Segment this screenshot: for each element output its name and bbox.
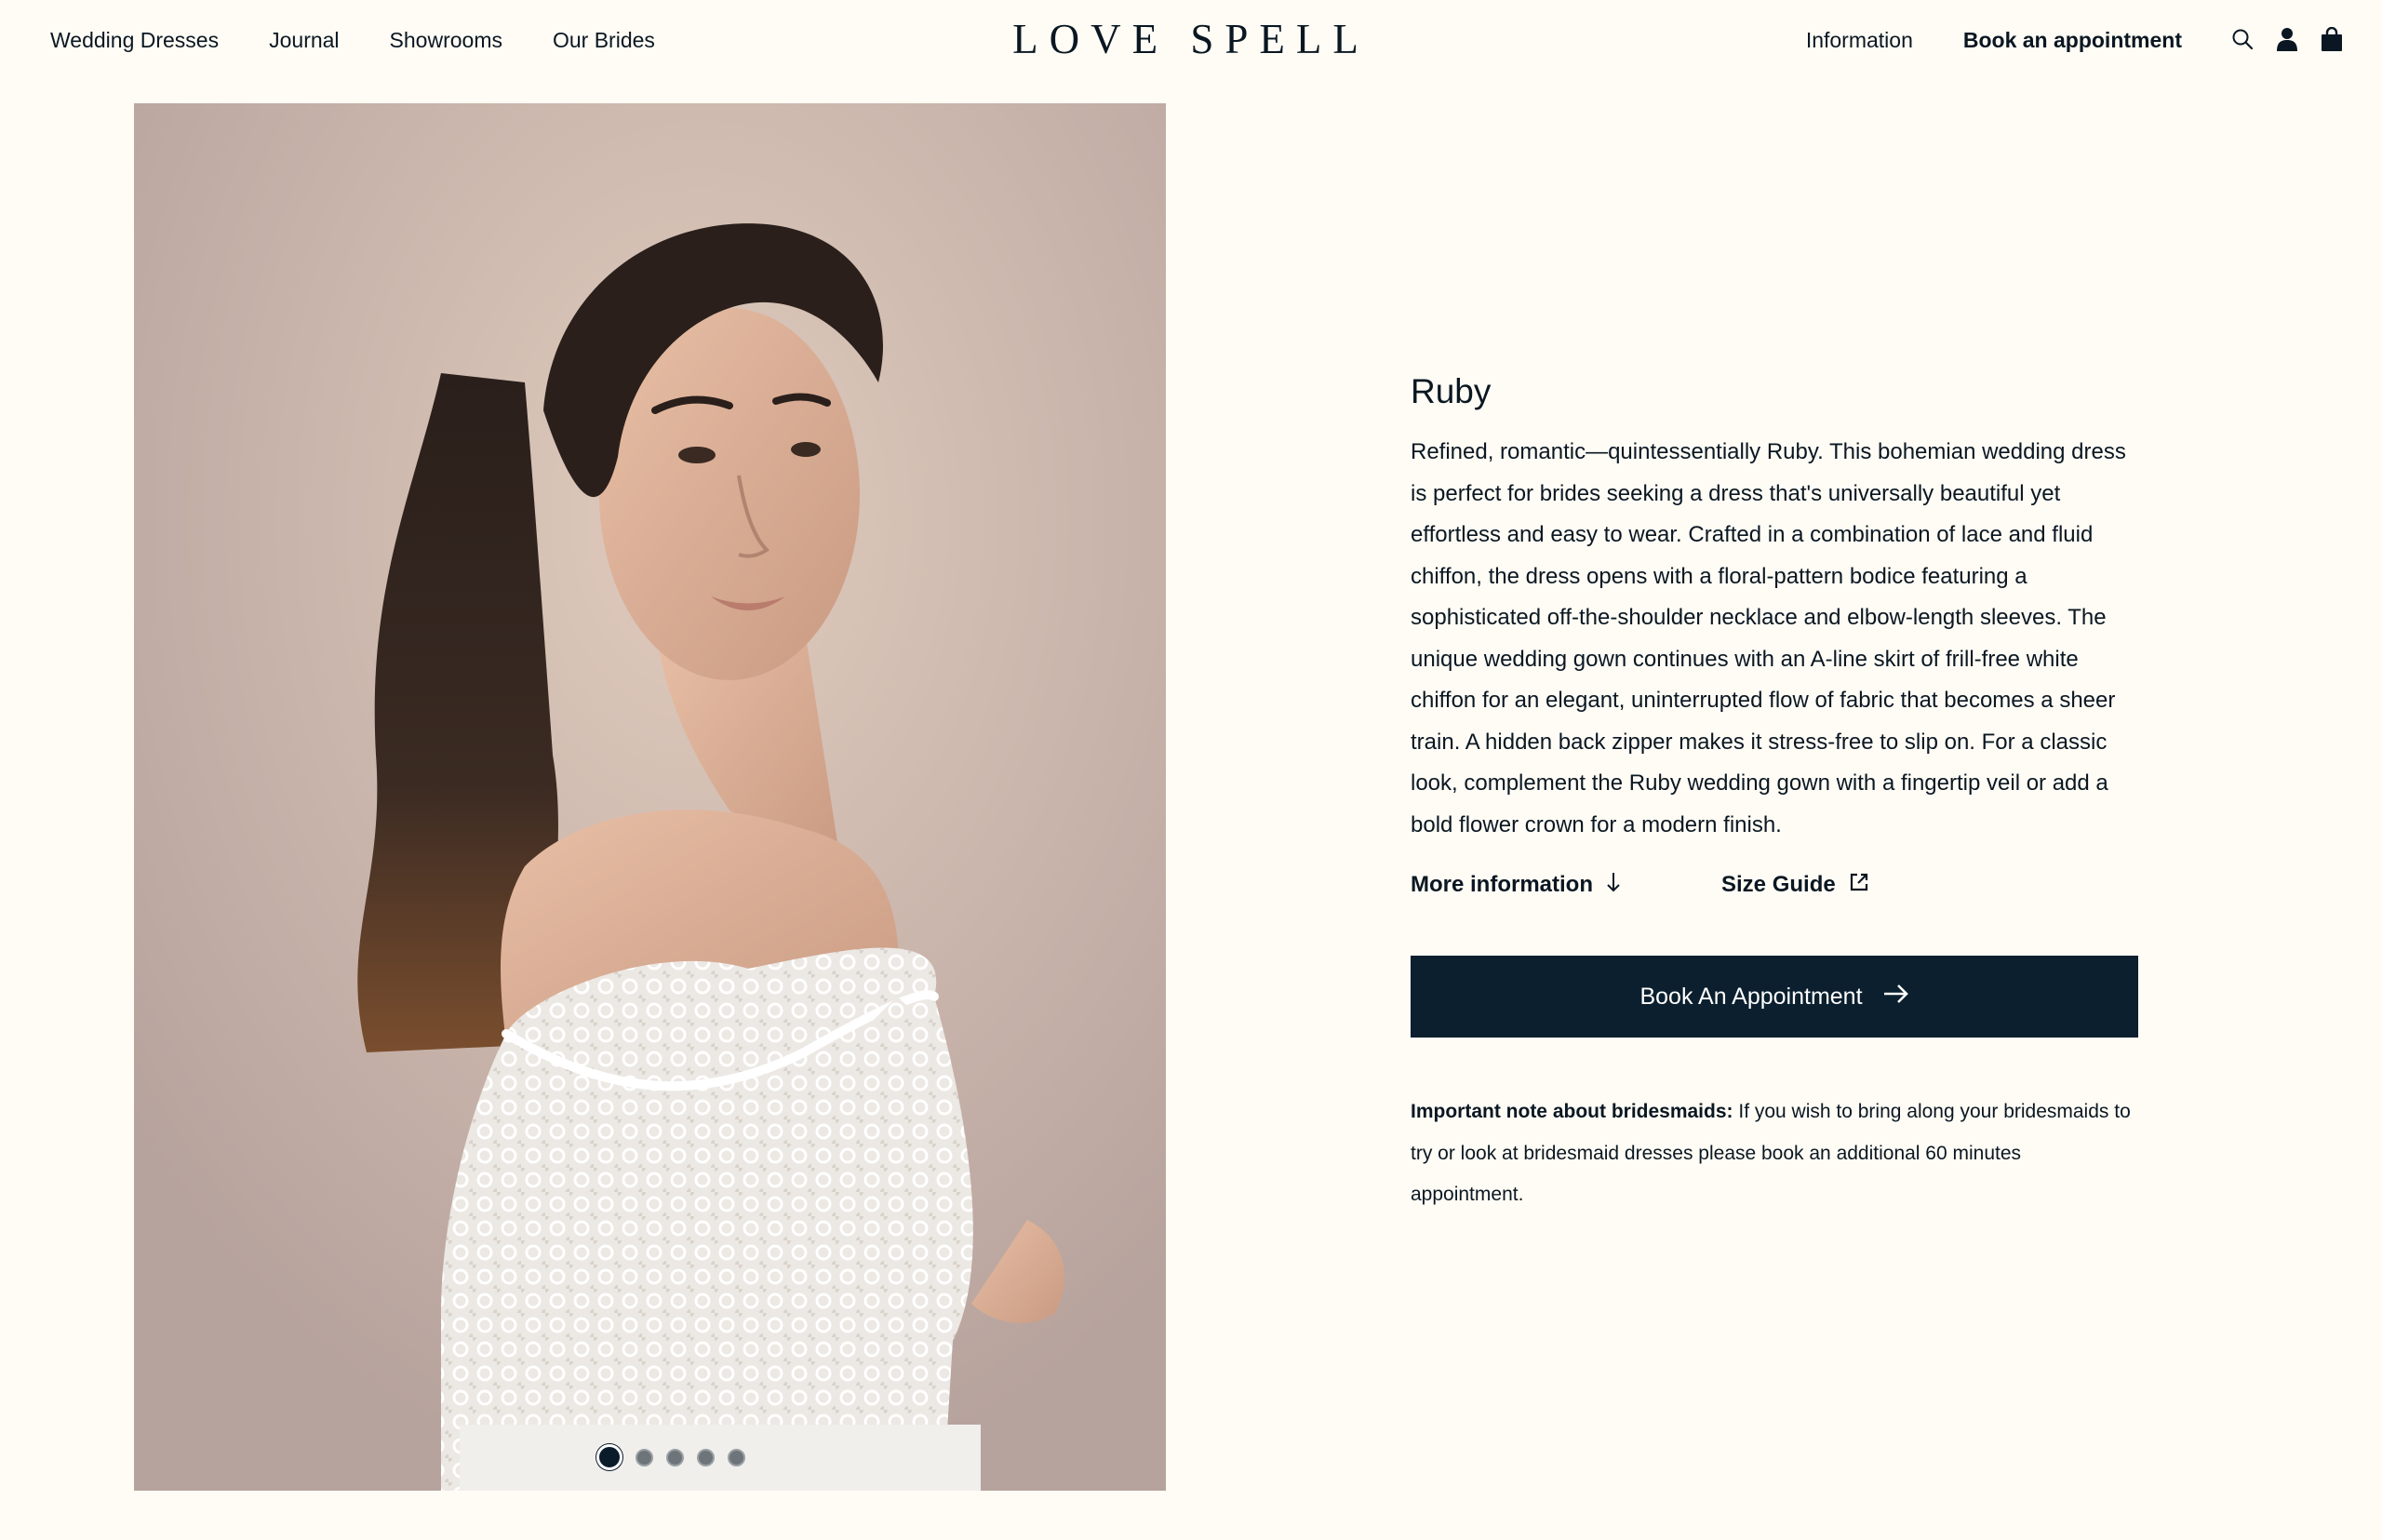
product-info: Ruby Refined, romantic—quintessentially … [1411, 363, 2138, 1216]
nav-information[interactable]: Information [1806, 24, 1913, 56]
book-appointment-button[interactable]: Book An Appointment [1411, 956, 2138, 1038]
site-header: Wedding Dresses Journal Showrooms Our Br… [0, 0, 2382, 80]
nav-book-appointment[interactable]: Book an appointment [1963, 24, 2182, 56]
user-icon[interactable] [2276, 25, 2298, 53]
nav-journal[interactable]: Journal [269, 24, 339, 56]
product-links: More information Size Guide [1411, 866, 2138, 904]
site-logo[interactable]: LOVE SPELL [1005, 13, 1377, 65]
primary-nav: Wedding Dresses Journal Showrooms Our Br… [50, 24, 705, 56]
bag-icon[interactable] [2321, 25, 2343, 53]
book-appointment-label: Book An Appointment [1639, 983, 1863, 1010]
gallery-pagination [134, 1444, 1166, 1470]
size-guide-label: Size Guide [1721, 872, 1836, 897]
size-guide-link[interactable]: Size Guide [1721, 872, 1869, 899]
gallery-dot-4[interactable] [697, 1448, 715, 1466]
more-information-link[interactable]: More information [1411, 872, 1621, 899]
search-icon[interactable] [2231, 25, 2254, 53]
nav-showrooms[interactable]: Showrooms [390, 24, 502, 56]
gallery-dot-5[interactable] [728, 1448, 745, 1466]
bridesmaids-note-label: Important note about bridesmaids: [1411, 1101, 1733, 1122]
product-title: Ruby [1411, 372, 1492, 410]
arrow-right-icon [1883, 984, 1909, 1011]
gallery-dot-3[interactable] [666, 1448, 684, 1466]
nav-our-brides[interactable]: Our Brides [553, 24, 655, 56]
nav-wedding-dresses[interactable]: Wedding Dresses [50, 24, 219, 56]
bride-photo [134, 103, 1166, 1491]
gallery-dot-1[interactable] [596, 1444, 622, 1470]
product-description: Refined, romantic—quintessentially Ruby.… [1411, 439, 2126, 837]
arrow-down-icon [1606, 872, 1621, 899]
bridesmaids-note: Important note about bridesmaids: If you… [1411, 1091, 2138, 1216]
secondary-nav: Information Book an appointment [1806, 24, 2182, 56]
more-information-label: More information [1411, 872, 1593, 897]
header-icons [2231, 25, 2343, 53]
gallery-dot-2[interactable] [636, 1448, 653, 1466]
external-link-icon [1849, 872, 1869, 899]
product-image-gallery[interactable] [134, 103, 1166, 1491]
